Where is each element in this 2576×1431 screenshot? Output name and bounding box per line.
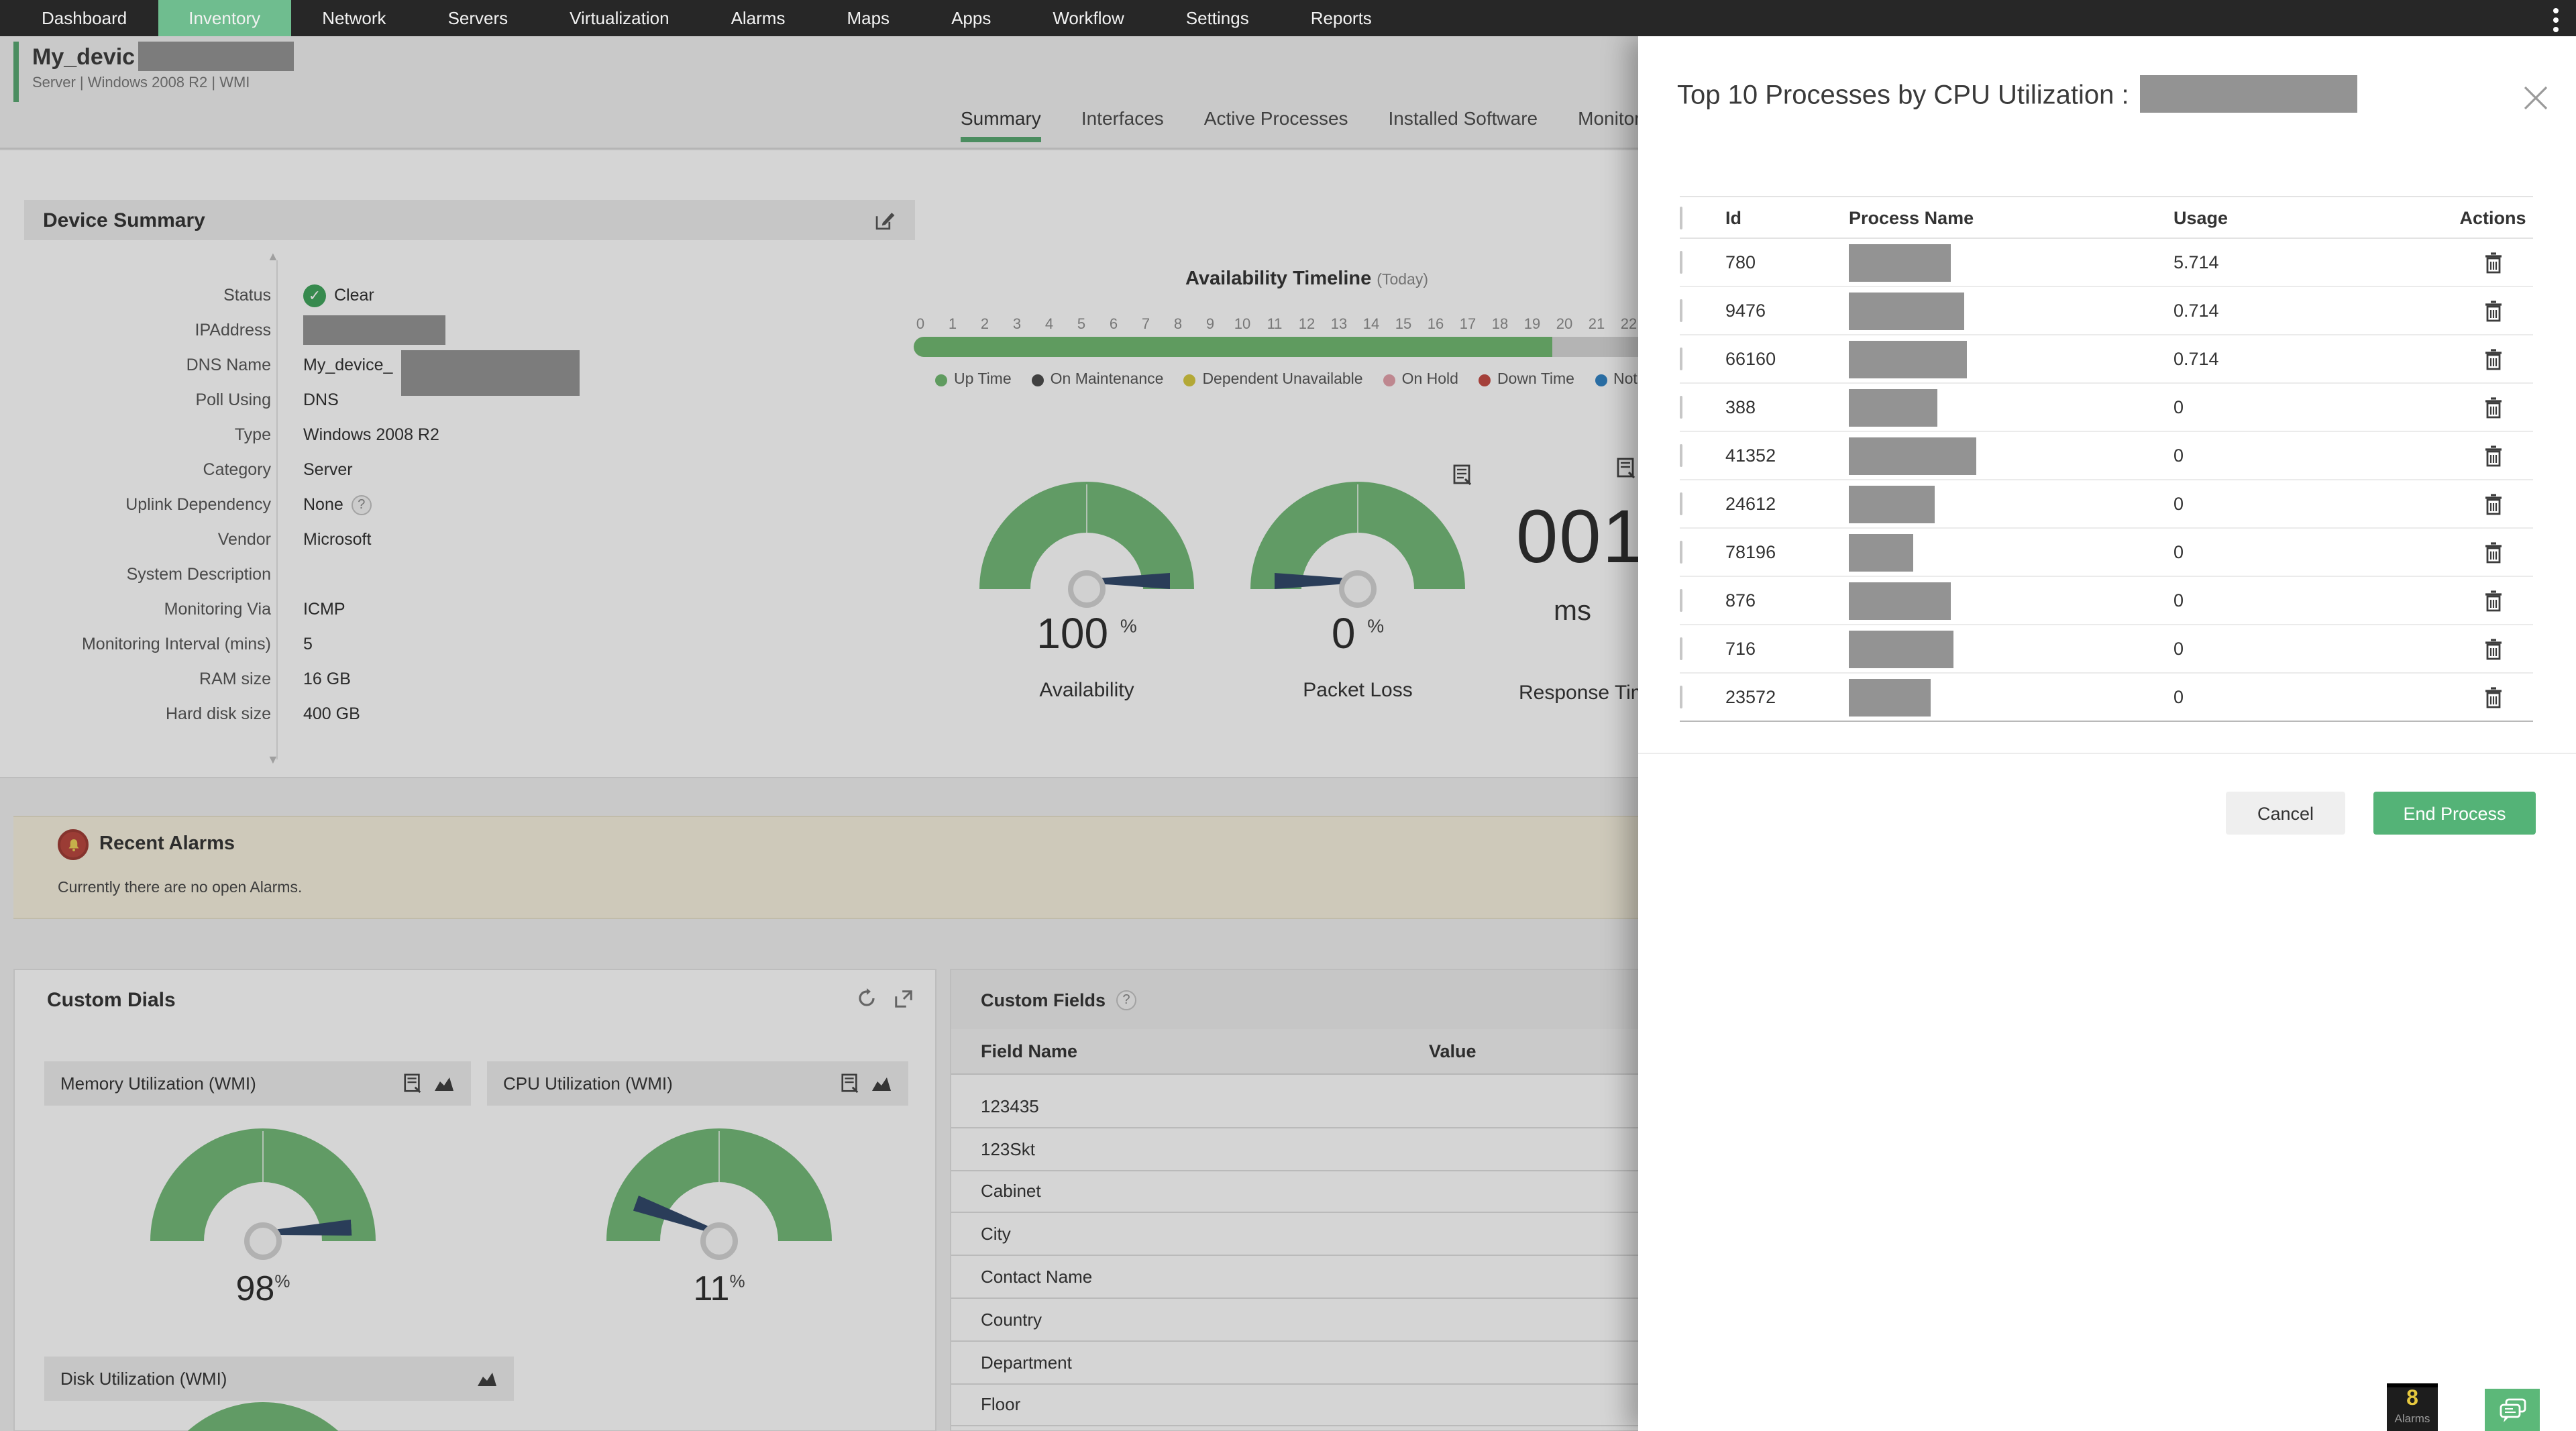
process-id: 41352: [1725, 445, 1776, 466]
row-checkbox[interactable]: [1680, 637, 1682, 660]
row-checkbox[interactable]: [1680, 541, 1682, 564]
process-usage: 5.714: [2174, 252, 2219, 272]
table-bottom-divider: [1680, 721, 2533, 722]
row-checkbox[interactable]: [1680, 396, 1682, 419]
end-process-button[interactable]: End Process: [2373, 792, 2536, 835]
process-row: 41352 0: [1680, 432, 2533, 480]
redacted-process-name: [1849, 582, 1951, 619]
process-usage: 0.714: [2174, 301, 2219, 321]
process-row: 24612 0: [1680, 480, 2533, 529]
row-checkbox[interactable]: [1680, 251, 1682, 274]
redacted-process-name: [1849, 388, 1937, 426]
trash-icon[interactable]: [2453, 396, 2533, 418]
process-row: 9476 0.714: [1680, 287, 2533, 335]
redacted-process-name: [1849, 630, 1953, 668]
process-usage: 0: [2174, 590, 2184, 611]
process-usage: 0: [2174, 687, 2184, 707]
redacted-modal-device: [2139, 75, 2357, 113]
cancel-button[interactable]: Cancel: [2226, 792, 2345, 835]
close-icon[interactable]: [2520, 82, 2552, 114]
trash-icon[interactable]: [2453, 590, 2533, 611]
redacted-process-name: [1849, 485, 1935, 523]
nav-apps[interactable]: Apps: [920, 0, 1022, 36]
trash-icon[interactable]: [2453, 638, 2533, 659]
trash-icon[interactable]: [2453, 493, 2533, 515]
nav-reports[interactable]: Reports: [1280, 0, 1403, 36]
trash-icon[interactable]: [2453, 541, 2533, 563]
process-id: 9476: [1725, 301, 1766, 321]
nav-alarms[interactable]: Alarms: [700, 0, 816, 36]
alarm-count: 8: [2406, 1387, 2418, 1410]
process-id: 780: [1725, 252, 1756, 272]
process-usage: 0: [2174, 639, 2184, 659]
row-checkbox[interactable]: [1680, 589, 1682, 612]
modal-title: Top 10 Processes by CPU Utilization :: [1677, 75, 2357, 113]
nav-dashboard[interactable]: Dashboard: [11, 0, 158, 36]
redacted-process-name: [1849, 533, 1913, 571]
process-row: 876 0: [1680, 577, 2533, 625]
process-row: 66160 0.714: [1680, 335, 2533, 384]
nav-virtualization[interactable]: Virtualization: [539, 0, 700, 36]
process-row: 23572 0: [1680, 674, 2533, 722]
process-usage: 0: [2174, 542, 2184, 562]
nav-servers[interactable]: Servers: [417, 0, 539, 36]
chat-button[interactable]: [2485, 1389, 2540, 1431]
alarm-count-badge[interactable]: 8 Alarms: [2387, 1383, 2438, 1431]
process-id: 66160: [1725, 349, 1776, 369]
process-row: 78196 0: [1680, 529, 2533, 577]
process-row: 716 0: [1680, 625, 2533, 674]
process-id: 876: [1725, 590, 1756, 611]
nav-network[interactable]: Network: [291, 0, 417, 36]
top-nav: Dashboard Inventory Network Servers Virt…: [0, 0, 2576, 36]
process-row: 388 0: [1680, 384, 2533, 432]
process-usage: 0: [2174, 445, 2184, 466]
trash-icon[interactable]: [2453, 252, 2533, 273]
app-root: Dashboard Inventory Network Servers Virt…: [0, 0, 2576, 1431]
modal-backdrop[interactable]: [0, 36, 1638, 1431]
process-id: 23572: [1725, 687, 1776, 707]
process-table: Id Process Name Usage Actions 780 5.714: [1680, 196, 2533, 722]
process-usage: 0: [2174, 494, 2184, 514]
trash-icon[interactable]: [2453, 300, 2533, 321]
nav-workflow[interactable]: Workflow: [1022, 0, 1155, 36]
redacted-process-name: [1849, 437, 1976, 474]
process-id: 24612: [1725, 494, 1776, 514]
redacted-process-name: [1849, 340, 1967, 378]
redacted-process-name: [1849, 244, 1951, 281]
process-id: 388: [1725, 397, 1756, 417]
row-checkbox[interactable]: [1680, 348, 1682, 370]
trash-icon[interactable]: [2453, 686, 2533, 708]
select-all-checkbox[interactable]: [1680, 206, 1682, 229]
top-processes-modal: Top 10 Processes by CPU Utilization : Id…: [1638, 36, 2576, 1431]
redacted-process-name: [1849, 292, 1964, 329]
trash-icon[interactable]: [2453, 348, 2533, 370]
redacted-process-name: [1849, 678, 1931, 716]
nav-inventory[interactable]: Inventory: [158, 0, 292, 36]
process-usage: 0.714: [2174, 349, 2219, 369]
chat-icon: [2499, 1398, 2526, 1422]
alarm-count-label: Alarms: [2394, 1412, 2430, 1425]
overflow-menu-icon[interactable]: [2544, 5, 2568, 35]
process-table-header: Id Process Name Usage Actions: [1680, 196, 2533, 239]
process-id: 716: [1725, 639, 1756, 659]
row-checkbox[interactable]: [1680, 686, 1682, 708]
row-checkbox[interactable]: [1680, 444, 1682, 467]
row-checkbox[interactable]: [1680, 299, 1682, 322]
nav-maps[interactable]: Maps: [816, 0, 920, 36]
row-checkbox[interactable]: [1680, 492, 1682, 515]
process-usage: 0: [2174, 397, 2184, 417]
process-row: 780 5.714: [1680, 239, 2533, 287]
nav-settings[interactable]: Settings: [1155, 0, 1280, 36]
trash-icon[interactable]: [2453, 445, 2533, 466]
modal-divider: [1638, 753, 2576, 754]
process-id: 78196: [1725, 542, 1776, 562]
